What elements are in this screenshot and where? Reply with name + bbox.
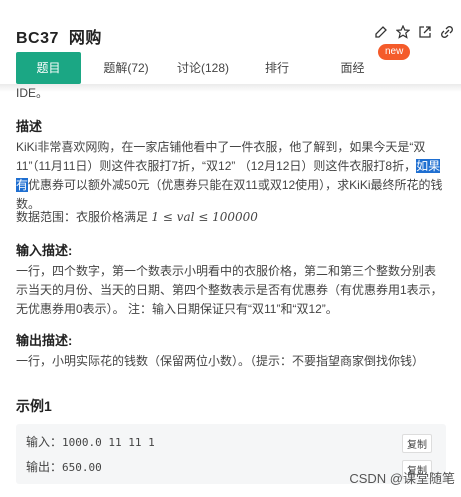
example-input-label: 输入： [26,435,63,449]
example-input-value: 1000.0 11 11 1 [62,436,155,449]
data-range-formula: 1 ≤ val ≤ 100000 [151,210,258,224]
example-title: 示例1 [16,398,52,414]
data-range-label: 数据范围：衣服价格满足 [16,210,149,224]
description-title: 描述 [16,119,43,134]
watermark: CSDN @课堂随笔 [349,471,455,486]
example-output-value: 650.00 [62,461,102,474]
output-desc-title: 输出描述: [16,333,73,348]
tab-ranking[interactable]: 排行 [252,52,302,84]
tab-discussion[interactable]: 讨论(128) [168,52,238,84]
tab-solutions[interactable]: 题解(72) [94,52,158,84]
tab-problem[interactable]: 题目 [16,52,81,84]
example-input: 输入：1000.0 11 11 1 [26,433,155,450]
link-icon[interactable] [440,25,454,39]
share-icon[interactable] [418,25,432,39]
tab-bar: 题目 题解(72) 讨论(128) 排行 面经 [0,52,461,84]
page-title: BC37 网购 [16,24,102,48]
description-text: KiKi非常喜欢网购，在一家店铺他看中了一件衣服，他了解到，如果今天是“双11”… [16,138,446,214]
description-part2: 优惠券可以额外减50元（优惠券只能在双11或双12使用），求KiKi最终所花的钱… [16,178,443,211]
problem-header: BC37 网购 new 题目 题解(72) 讨论(128) 排行 面经 [0,0,461,90]
star-icon[interactable] [395,24,411,39]
input-desc-title: 输入描述: [16,243,73,258]
input-desc-text: 一行，四个数字，第一个数表示小明看中的衣服价格，第二和第三个整数分别表示当天的月… [16,264,443,316]
edit-icon[interactable] [374,25,388,39]
output-desc-text: 一行，小明实际花的钱数（保留两位小数）。（提示：不要指望商家倒找你钱） [16,354,425,368]
problem-code: BC37 [16,30,59,47]
problem-name: 网购 [68,30,102,47]
example-output-label: 输出： [26,460,63,474]
example-output: 输出：650.00 [26,458,102,475]
description-part1: KiKi非常喜欢网购，在一家店铺他看中了一件衣服，他了解到，如果今天是“双11”… [16,140,426,173]
top-text: IDE。 [16,86,49,100]
copy-input-button[interactable]: 复制 [402,434,432,453]
data-range: 数据范围：衣服价格满足 1 ≤ val ≤ 100000 [16,208,446,227]
tab-interview[interactable]: 面经 [325,52,380,84]
